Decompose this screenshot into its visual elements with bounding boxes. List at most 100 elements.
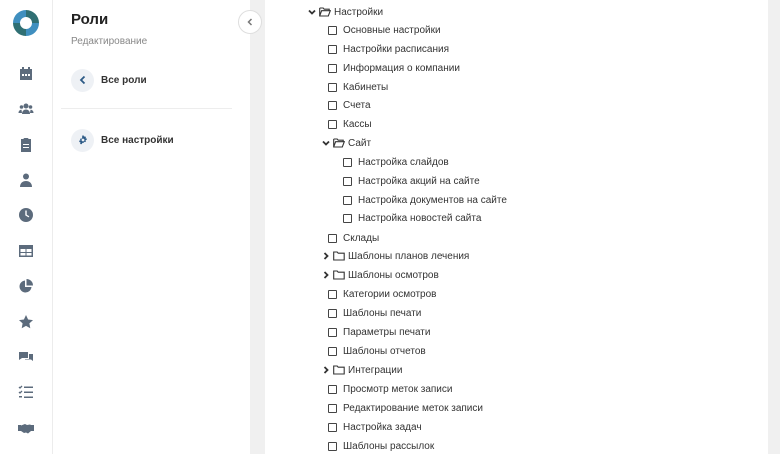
folder-icon [333,251,345,261]
collapse-panel-button[interactable] [238,10,262,34]
tree-item[interactable]: Настройки расписания [328,40,449,58]
chevron-down-icon[interactable] [321,138,331,148]
tree-item[interactable]: Редактирование меток записи [328,399,483,417]
all-settings-link[interactable]: Все настройки [71,128,174,152]
tree-item[interactable]: Склады [328,229,379,247]
tree-item-label: Настройки расписания [343,43,450,55]
tree-item-label: Настройка документов на сайте [358,194,507,206]
tree-item[interactable]: Настройка документов на сайте [343,191,507,209]
tree-folder-label: Настройки [334,6,384,18]
chevron-right-icon[interactable] [321,251,331,261]
folder-icon [333,270,345,280]
tree-item[interactable]: Шаблоны отчетов [328,342,426,360]
tree-item[interactable]: Настройка слайдов [343,153,449,171]
tree-item-label: Настройка задач [343,421,422,433]
handshake-icon[interactable] [18,420,34,436]
checkbox[interactable] [343,195,352,205]
tree-item-label: Шаблоны отчетов [343,345,426,357]
all-settings-label: Все настройки [101,134,174,146]
chevron-right-icon[interactable] [321,365,331,375]
tree-item[interactable]: Настройка новостей сайта [343,209,481,227]
checkbox[interactable] [328,308,337,318]
tree-folder-treatment-plans[interactable]: Шаблоны планов лечения [321,247,469,265]
tree-folder-label: Шаблоны планов лечения [348,250,470,262]
checkbox[interactable] [328,403,337,413]
tree-item-label: Просмотр меток записи [343,383,453,395]
tree-item[interactable]: Шаблоны рассылок [328,437,434,454]
tree-item[interactable]: Шаблоны печати [328,304,421,322]
back-to-roles-label: Все роли [101,74,147,86]
star-icon[interactable] [18,314,34,330]
page-subtitle: Редактирование [71,36,148,47]
tree-item-label: Настройка слайдов [358,156,449,168]
tree-folder-label: Шаблоны осмотров [348,269,439,281]
checkbox[interactable] [328,25,337,35]
checkbox[interactable] [328,119,337,129]
chevron-right-icon[interactable] [321,270,331,280]
tree-item[interactable]: Настройка задач [328,418,422,436]
checkbox[interactable] [343,157,352,167]
calendar-icon[interactable] [18,66,34,82]
sidebar-rail [0,0,53,454]
checkbox[interactable] [328,384,337,394]
tree-item-label: Настройка новостей сайта [358,212,482,224]
table-icon[interactable] [18,243,34,259]
tree-item-label: Параметры печати [343,326,431,338]
checkbox[interactable] [343,213,352,223]
checkbox[interactable] [328,233,337,243]
tree-item[interactable]: Информация о компании [328,59,460,77]
tree-item-label: Настройка акций на сайте [358,175,480,187]
tree-item[interactable]: Кабинеты [328,78,388,96]
folder-icon [333,365,345,375]
chevron-left-icon [247,18,253,26]
tree-item[interactable]: Счета [328,96,371,114]
checkbox[interactable] [328,44,337,54]
checkbox[interactable] [343,176,352,186]
checklist-icon[interactable] [18,384,34,400]
tree-item[interactable]: Настройка акций на сайте [343,172,480,190]
tree-item-label: Шаблоны печати [343,307,422,319]
tree-item-label: Кассы [343,118,372,130]
pie-chart-icon[interactable] [18,278,34,294]
tree-folder-label: Сайт [348,137,372,149]
tree-item[interactable]: Категории осмотров [328,285,437,303]
tree-item-label: Счета [343,99,371,111]
back-to-roles-link[interactable]: Все роли [71,68,147,92]
tree-item-label: Склады [343,232,380,244]
folder-open-icon [333,138,345,148]
tree-item-label: Основные настройки [343,24,441,36]
clock-icon[interactable] [18,207,34,223]
roles-panel: Роли Редактирование Все роли Все настрой… [53,0,250,454]
tree-item-label: Шаблоны рассылок [343,440,435,452]
chevron-left-icon [71,68,94,92]
chat-icon[interactable] [18,349,34,365]
users-icon[interactable] [18,101,34,117]
chevron-down-icon[interactable] [307,7,317,17]
tree-folder-settings[interactable]: Настройки [307,3,383,21]
checkbox[interactable] [328,289,337,299]
tree-item-label: Кабинеты [343,81,389,93]
checkbox[interactable] [328,441,337,451]
person-icon[interactable] [18,172,34,188]
permissions-tree: Настройки Основные настройки Настройки р… [265,0,768,454]
tree-folder-site[interactable]: Сайт [321,134,371,152]
tree-folder-integrations[interactable]: Интеграции [321,361,402,379]
tree-folder-exam-templates[interactable]: Шаблоны осмотров [321,266,439,284]
tree-item[interactable]: Кассы [328,115,372,133]
checkbox[interactable] [328,82,337,92]
page-title: Роли [71,11,109,28]
checkbox[interactable] [328,422,337,432]
tree-folder-label: Интеграции [348,364,403,376]
tree-item-label: Редактирование меток записи [343,402,483,414]
tree-item[interactable]: Просмотр меток записи [328,380,452,398]
checkbox[interactable] [328,100,337,110]
checkbox[interactable] [328,327,337,337]
clipboard-icon[interactable] [18,137,34,153]
checkbox[interactable] [328,63,337,73]
checkbox[interactable] [328,346,337,356]
folder-open-icon [319,7,331,17]
tree-item[interactable]: Основные настройки [328,21,441,39]
tree-item[interactable]: Параметры печати [328,323,430,341]
gear-icon [71,128,94,152]
app-logo[interactable] [11,8,41,38]
